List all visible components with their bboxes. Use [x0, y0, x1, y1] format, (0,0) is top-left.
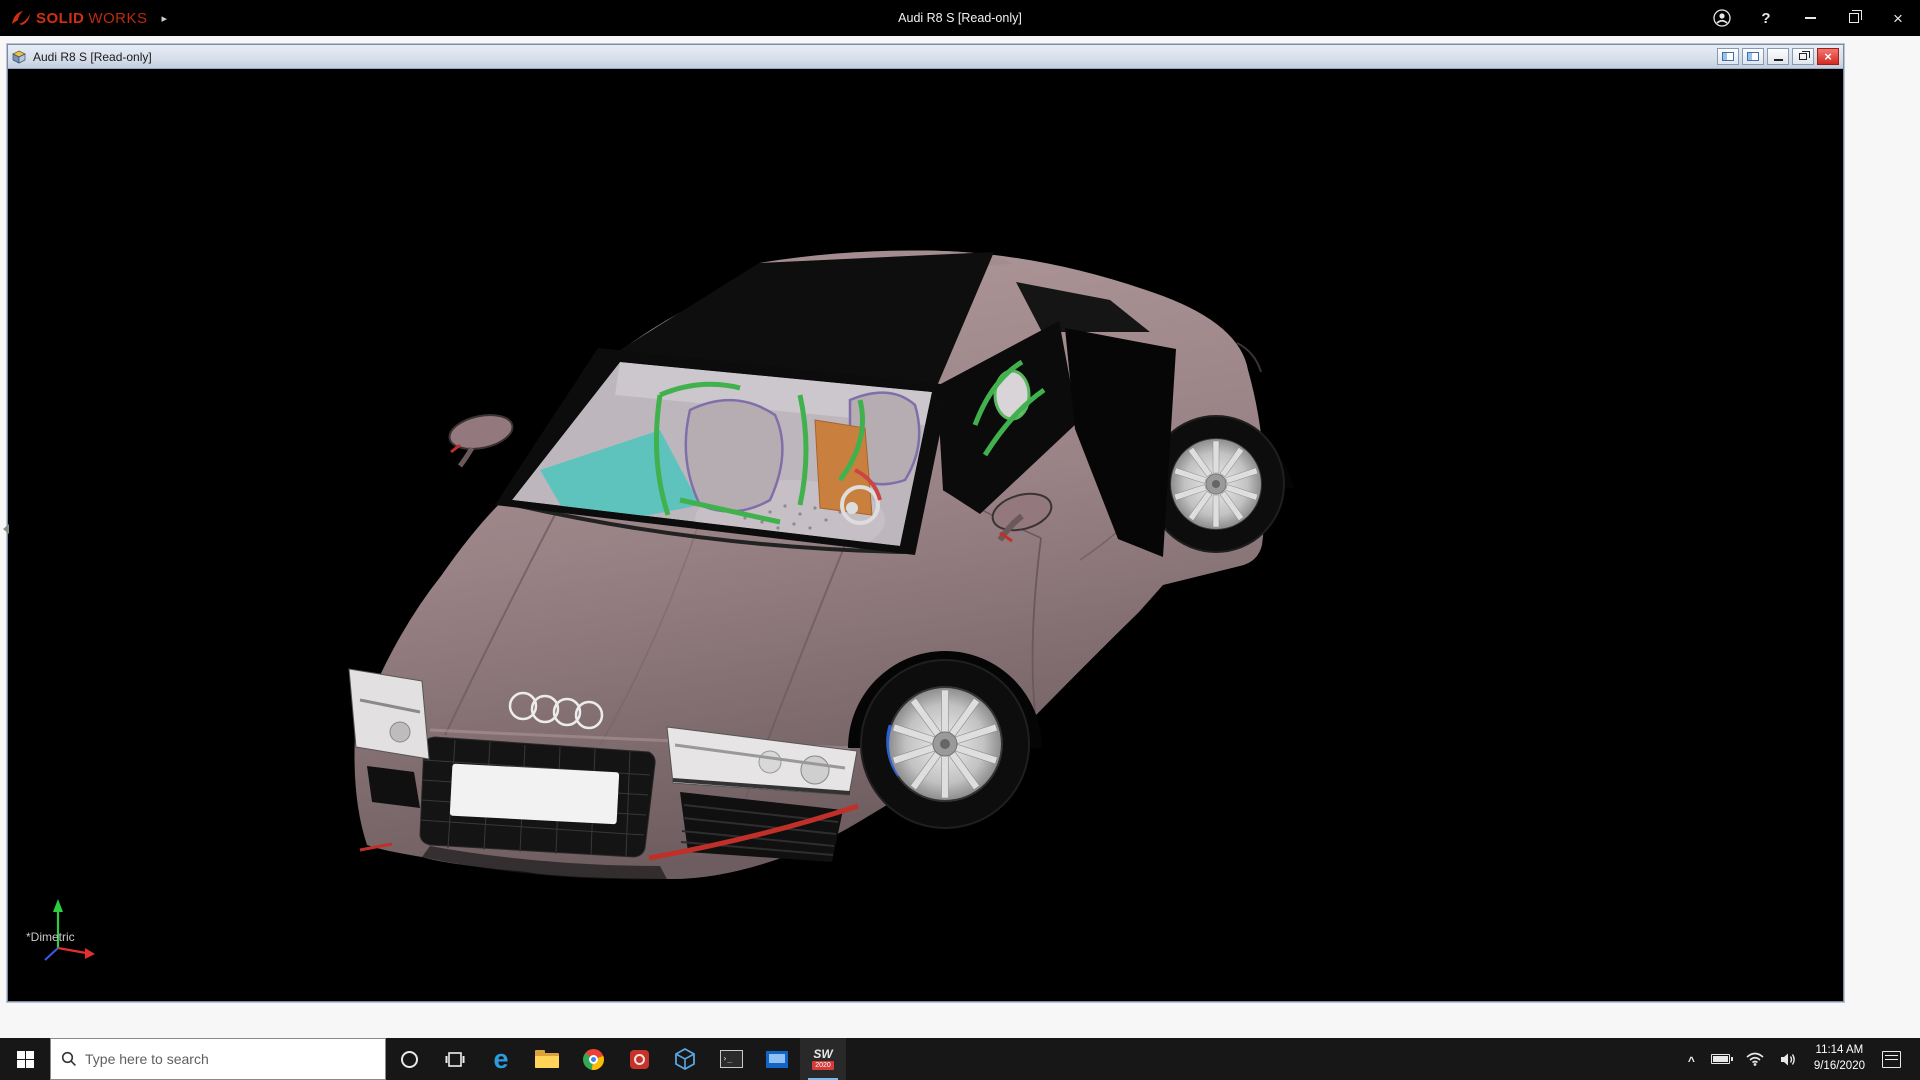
- brand-solid-text: SOLID: [36, 10, 84, 27]
- app-maximize-button[interactable]: [1832, 0, 1876, 36]
- mdi-area: Audi R8 S [Read-only] ×: [0, 36, 1920, 1038]
- menu-expand-arrow-icon[interactable]: ▸: [162, 12, 168, 25]
- chevron-left-icon: [3, 524, 9, 534]
- network-button[interactable]: [1739, 1038, 1771, 1080]
- app-minimize-button[interactable]: [1788, 0, 1832, 36]
- cortana-icon: [401, 1051, 418, 1068]
- solidworks-app-icon: SW 2020: [812, 1048, 834, 1070]
- clock-time: 11:14 AM: [1816, 1043, 1864, 1059]
- blue-window-icon: [766, 1051, 788, 1068]
- 3d-viewport[interactable]: [8, 69, 1843, 1001]
- doc-titlebar[interactable]: Audi R8 S [Read-only] ×: [8, 45, 1843, 69]
- maximize-icon: [1849, 13, 1859, 23]
- app-window-controls: ? ×: [1700, 0, 1920, 36]
- doc-restore-button[interactable]: [1792, 48, 1814, 65]
- file-explorer-button[interactable]: [524, 1038, 570, 1080]
- solidworks-logo-icon: [10, 9, 32, 27]
- taskbar-search-input[interactable]: [85, 1051, 375, 1067]
- tray-overflow-button[interactable]: ^: [1681, 1038, 1702, 1080]
- action-center-button[interactable]: [1875, 1038, 1908, 1080]
- search-icon: [61, 1051, 77, 1067]
- close-icon: ×: [1893, 10, 1903, 27]
- account-button[interactable]: [1700, 0, 1744, 36]
- wifi-icon: [1746, 1052, 1764, 1066]
- minimize-icon: [1805, 17, 1816, 19]
- battery-button[interactable]: [1704, 1038, 1737, 1080]
- panel-collapse-arrow[interactable]: [1, 518, 11, 540]
- chevron-up-icon: ^: [1688, 1054, 1695, 1068]
- taskbar-search[interactable]: [50, 1038, 386, 1080]
- solidworks-brand[interactable]: SOLIDWORKS: [0, 9, 148, 27]
- speaker-icon: [1780, 1052, 1797, 1067]
- windows-logo-icon: [17, 1051, 34, 1068]
- chrome-button[interactable]: [570, 1038, 616, 1080]
- volume-button[interactable]: [1773, 1038, 1804, 1080]
- screen: SOLIDWORKS ▸ Audi R8 S [Read-only] ?: [0, 0, 1920, 1080]
- doc-minimize-button[interactable]: [1767, 48, 1789, 65]
- help-button[interactable]: ?: [1744, 0, 1788, 36]
- taskbar-clock[interactable]: 11:14 AM 9/16/2020: [1806, 1043, 1873, 1074]
- task-view-button[interactable]: [432, 1038, 478, 1080]
- cube-viewer-icon: [674, 1048, 696, 1070]
- help-icon: ?: [1761, 10, 1770, 27]
- blue-app-button[interactable]: [754, 1038, 800, 1080]
- pane-layout-icon: [1747, 52, 1759, 61]
- minimize-icon: [1774, 59, 1783, 61]
- edge-button[interactable]: e: [478, 1038, 524, 1080]
- app-close-button[interactable]: ×: [1876, 0, 1920, 36]
- solidworks-taskbar-button[interactable]: SW 2020: [800, 1038, 846, 1080]
- task-view-icon: [445, 1051, 465, 1068]
- red-app-icon: [630, 1050, 649, 1069]
- view-orientation-label: *Dimetric: [26, 930, 75, 944]
- edge-icon: e: [493, 1046, 508, 1073]
- red-app-button[interactable]: [616, 1038, 662, 1080]
- edrawings-button[interactable]: [662, 1038, 708, 1080]
- document-window: Audi R8 S [Read-only] ×: [7, 44, 1844, 1002]
- doc-close-button[interactable]: ×: [1817, 48, 1839, 65]
- pane-layout-icon: [1722, 52, 1734, 61]
- app-titlebar: SOLIDWORKS ▸ Audi R8 S [Read-only] ?: [0, 0, 1920, 36]
- part-document-icon: [12, 50, 27, 64]
- doc-pane-toggle-1-button[interactable]: [1717, 48, 1739, 65]
- brand-works-text: WORKS: [88, 10, 147, 27]
- windows-taskbar: e ›_ SW 2020: [0, 1038, 1920, 1080]
- cortana-button[interactable]: [386, 1038, 432, 1080]
- action-center-icon: [1882, 1051, 1901, 1068]
- user-account-icon: [1713, 9, 1731, 27]
- system-tray: ^ 11:14 AM 9/16/2020: [1681, 1038, 1920, 1080]
- file-explorer-icon: [535, 1051, 559, 1068]
- battery-icon: [1711, 1054, 1730, 1064]
- clock-date: 9/16/2020: [1814, 1059, 1865, 1075]
- command-prompt-icon: ›_: [720, 1050, 743, 1068]
- start-button[interactable]: [0, 1038, 50, 1080]
- doc-pane-toggle-2-button[interactable]: [1742, 48, 1764, 65]
- console-button[interactable]: ›_: [708, 1038, 754, 1080]
- doc-window-title: Audi R8 S [Read-only]: [33, 50, 152, 64]
- doc-window-controls: ×: [1717, 48, 1839, 65]
- chrome-icon: [583, 1049, 604, 1070]
- restore-icon: [1799, 53, 1807, 60]
- close-icon: ×: [1824, 50, 1832, 63]
- app-window-title: Audi R8 S [Read-only]: [0, 11, 1920, 25]
